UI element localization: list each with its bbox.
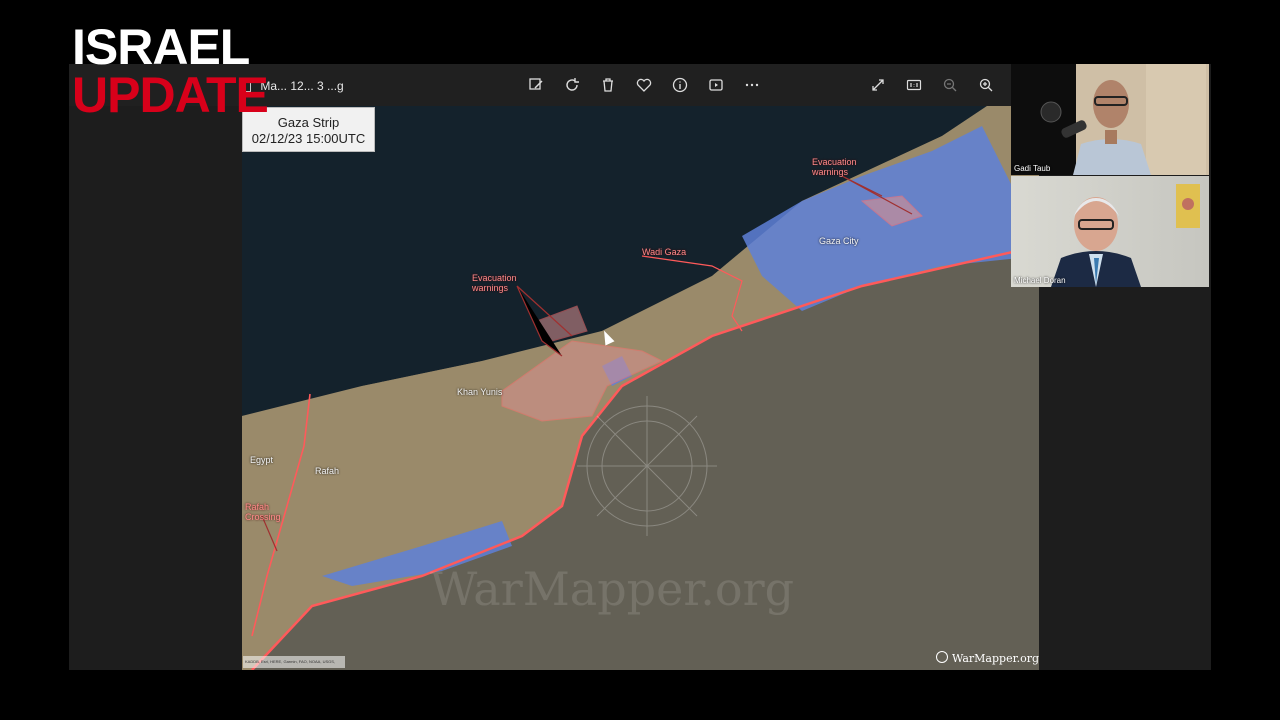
label-rafah: Rafah	[315, 466, 340, 476]
favorite-icon[interactable]	[633, 74, 655, 96]
file-name: Ma... 12... 3 ...g	[260, 79, 344, 93]
warmapper-watermark: WarMapper.org	[936, 651, 1039, 665]
compass-rose	[577, 396, 717, 536]
watermark-text: WarMapper.org	[952, 652, 1040, 665]
video-tile-michael-doran[interactable]: Michael Doran	[1011, 176, 1209, 287]
participant-name-2: Michael Doran	[1014, 276, 1066, 285]
participant-video-1	[1040, 64, 1206, 175]
map-attribution: KADDB, Esri, HERE, Garmin, FAO, NOAA, US…	[243, 656, 345, 668]
label-gaza-city: Gaza City	[819, 236, 859, 246]
label-rafah-crossing: Rafah Crossing	[245, 502, 281, 522]
background-watermark: WarMapper.org	[430, 562, 795, 616]
info-icon[interactable]	[669, 74, 691, 96]
delete-icon[interactable]	[597, 74, 619, 96]
israel-update-logo: ISRAEL UPDATE	[72, 19, 269, 123]
video-tile-gadi-taub[interactable]: Gadi Taub	[1011, 64, 1209, 175]
label-evacuation-center: Evacuation warnings	[472, 273, 517, 293]
logo-line1: ISRAEL	[72, 19, 250, 75]
more-icon[interactable]	[741, 74, 763, 96]
label-khan-yunis: Khan Yunis	[457, 387, 503, 397]
map-timestamp: 02/12/23 15:00UTC	[251, 131, 366, 146]
zoom-out-icon[interactable]	[939, 74, 961, 96]
fullscreen-icon[interactable]	[867, 74, 889, 96]
edit-icon[interactable]	[525, 74, 547, 96]
logo-line2: UPDATE	[72, 67, 269, 123]
globe-icon	[936, 651, 948, 663]
rotate-icon[interactable]	[561, 74, 583, 96]
zoom-in-icon[interactable]	[975, 74, 997, 96]
label-wadi-gaza: Wadi Gaza	[642, 247, 687, 257]
label-evacuation-north: Evacuation warnings	[812, 157, 857, 177]
participant-name-1: Gadi Taub	[1014, 164, 1051, 173]
participant-video-2	[1051, 184, 1200, 287]
actual-size-icon[interactable]	[903, 74, 925, 96]
slideshow-icon[interactable]	[705, 74, 727, 96]
label-egypt: Egypt	[250, 455, 274, 465]
